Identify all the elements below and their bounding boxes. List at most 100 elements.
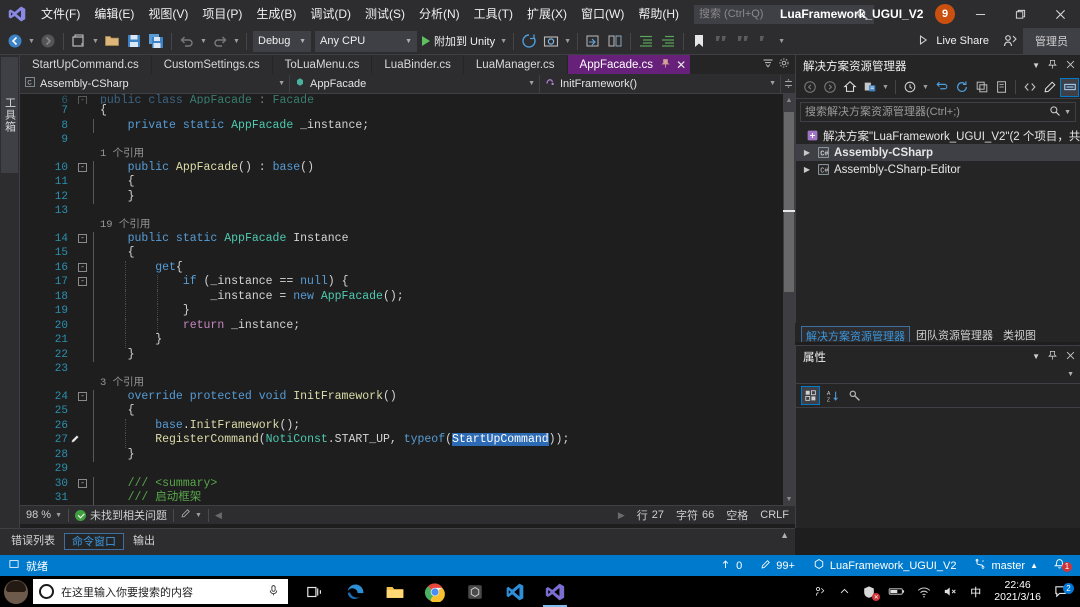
navigate-back-icon[interactable] xyxy=(4,30,26,52)
minimize-button[interactable] xyxy=(960,0,1000,28)
redo-dropdown-icon[interactable]: ▼ xyxy=(231,30,242,52)
editor-tab-toluamenu[interactable]: ToLuaMenu.cs xyxy=(272,55,373,74)
code-lens-reference-hint[interactable]: 19 个引用 xyxy=(38,219,783,232)
code-line[interactable]: 20 return _instance; xyxy=(38,318,783,333)
status-repository[interactable]: LuaFramework_UGUI_V2 xyxy=(804,555,966,576)
solution-platform-combo[interactable]: Any CPU ▼ xyxy=(315,30,417,52)
toolbar-overflow-icon[interactable]: ▼ xyxy=(776,30,787,52)
solution-search-box[interactable]: ▼ xyxy=(800,102,1076,122)
open-file-icon[interactable] xyxy=(101,30,123,52)
close-tab-icon[interactable]: ✕ xyxy=(676,58,686,72)
code-line[interactable]: 18 _instance = new AppFacade(); xyxy=(38,289,783,304)
wifi-icon[interactable] xyxy=(911,576,937,607)
tab-output[interactable]: 输出 xyxy=(126,533,162,550)
code-line[interactable]: 14- public static AppFacade Instance xyxy=(38,231,783,246)
comment-icon[interactable] xyxy=(710,30,732,52)
status-pending-changes[interactable]: 99+ xyxy=(751,555,804,576)
navigate-forward-icon[interactable] xyxy=(37,30,59,52)
solution-search-input[interactable] xyxy=(805,106,1030,118)
fold-toggle-icon[interactable]: - xyxy=(78,162,87,172)
editor-tab-appfacade[interactable]: AppFacade.cs ✕ xyxy=(567,55,692,74)
code-line[interactable]: 6 - public class AppFacade : Facade xyxy=(38,94,783,104)
tree-expander[interactable]: ▶ xyxy=(802,165,812,174)
editor-glyph-margin[interactable] xyxy=(20,94,38,505)
alphabetical-sort-icon[interactable]: AZ xyxy=(823,386,842,405)
back-dropdown-icon[interactable]: ▼ xyxy=(26,30,37,52)
step-into-icon[interactable] xyxy=(582,30,604,52)
attach-to-unity-button[interactable]: 附加到 Unity xyxy=(419,30,498,52)
task-view-icon[interactable] xyxy=(296,576,334,607)
code-line[interactable]: 24- override protected void InitFramewor… xyxy=(38,389,783,404)
fold-toggle-icon[interactable]: - xyxy=(78,478,87,488)
properties-object-selector[interactable]: ▼ xyxy=(796,367,1080,384)
edge-icon[interactable] xyxy=(336,576,374,607)
live-share-button[interactable]: Live Share xyxy=(909,30,997,52)
collapse-all-icon[interactable] xyxy=(932,78,951,97)
chevron-down-icon[interactable]: ▼ xyxy=(1064,109,1071,116)
tab-team-explorer[interactable]: 团队资源管理器 xyxy=(912,326,997,342)
status-upload-indicator[interactable]: 0 xyxy=(711,555,751,576)
code-line[interactable]: 12 } xyxy=(38,189,783,204)
fold-toggle-icon[interactable]: - xyxy=(78,262,87,272)
taskbar-clock[interactable]: 22:46 2021/3/16 xyxy=(987,579,1048,603)
indent-icon[interactable] xyxy=(635,30,657,52)
undo-dropdown-icon[interactable]: ▼ xyxy=(198,30,209,52)
scroll-left-arrow-icon[interactable]: ◀ xyxy=(209,510,228,521)
code-line[interactable]: 13 xyxy=(38,204,783,219)
scroll-down-arrow-icon[interactable]: ▼ xyxy=(783,493,795,505)
redo-icon[interactable] xyxy=(209,30,231,52)
scrollbar-thumb[interactable] xyxy=(784,112,794,292)
menu-file[interactable]: 文件(F) xyxy=(34,0,87,28)
unity-icon[interactable] xyxy=(456,576,494,607)
ime-indicator[interactable]: 中 xyxy=(964,576,987,607)
code-line[interactable]: 19 } xyxy=(38,304,783,319)
user-avatar[interactable] xyxy=(0,576,31,607)
navbar-member-dropdown[interactable]: InitFramework() ▼ xyxy=(540,74,781,93)
editor-tab-customsettings[interactable]: CustomSettings.cs xyxy=(151,55,273,74)
search-icon[interactable] xyxy=(1049,105,1061,120)
view-designer-icon[interactable] xyxy=(1040,78,1059,97)
show-all-files-icon[interactable] xyxy=(972,78,991,97)
toolbox-vertical-tab[interactable]: 工具箱 xyxy=(1,57,18,173)
tree-node-assembly-csharp[interactable]: ▶ C# Assembly-CSharp xyxy=(796,144,1080,161)
pending-changes-icon[interactable] xyxy=(900,78,919,97)
code-line[interactable]: 22 } xyxy=(38,347,783,362)
navbar-type-dropdown[interactable]: AppFacade ▼ xyxy=(290,74,540,93)
split-view-icon[interactable] xyxy=(781,78,795,89)
tab-command-window[interactable]: 命令窗口 xyxy=(64,533,124,550)
chevron-down-icon[interactable]: ▼ xyxy=(1032,61,1040,70)
tree-node-assembly-csharp-editor[interactable]: ▶ C# Assembly-CSharp-Editor xyxy=(796,161,1080,178)
code-lens-reference-hint[interactable]: 1 个引用 xyxy=(38,148,783,161)
pin-icon[interactable] xyxy=(1047,350,1058,364)
tab-list-icon[interactable] xyxy=(762,57,774,72)
editor-tab-luabinder[interactable]: LuaBinder.cs xyxy=(372,55,464,74)
menu-extensions[interactable]: 扩展(X) xyxy=(520,0,574,28)
battery-icon[interactable] xyxy=(882,576,911,607)
code-line[interactable]: 26 base.InitFramework(); xyxy=(38,418,783,433)
view-code-icon[interactable] xyxy=(1020,78,1039,97)
taskbar-search-box[interactable]: 在这里输入你要搜索的内容 xyxy=(33,579,288,604)
menu-project[interactable]: 项目(P) xyxy=(195,0,249,28)
attach-dropdown-icon[interactable]: ▼ xyxy=(498,30,509,52)
show-hidden-icons-icon[interactable] xyxy=(833,576,856,607)
close-icon[interactable] xyxy=(1065,59,1076,73)
categorized-view-icon[interactable] xyxy=(801,386,820,405)
undo-icon[interactable] xyxy=(176,30,198,52)
pending-dropdown-icon[interactable]: ▼ xyxy=(920,76,931,98)
fold-toggle-icon[interactable]: - xyxy=(78,233,87,243)
code-line[interactable]: 23 xyxy=(38,362,783,377)
code-line[interactable]: 31 /// 启动框架 xyxy=(38,491,783,505)
menu-help[interactable]: 帮助(H) xyxy=(631,0,686,28)
microphone-icon[interactable] xyxy=(267,584,280,600)
save-all-icon[interactable] xyxy=(145,30,167,52)
code-line[interactable]: 30- /// <summary> xyxy=(38,476,783,491)
screenshot-dropdown-icon[interactable]: ▼ xyxy=(562,30,573,52)
outdent-icon[interactable] xyxy=(657,30,679,52)
code-line[interactable]: 28 } xyxy=(38,447,783,462)
menu-debug[interactable]: 调试(D) xyxy=(303,0,358,28)
code-text-area[interactable]: 6- public class AppFacade : Facade 7{8 pri… xyxy=(38,94,783,505)
fold-toggle-icon[interactable]: - xyxy=(78,96,87,104)
status-notifications[interactable]: 1 xyxy=(1047,558,1076,574)
property-pages-icon[interactable] xyxy=(845,386,864,405)
security-alert-icon[interactable]: ✕ xyxy=(856,576,882,607)
